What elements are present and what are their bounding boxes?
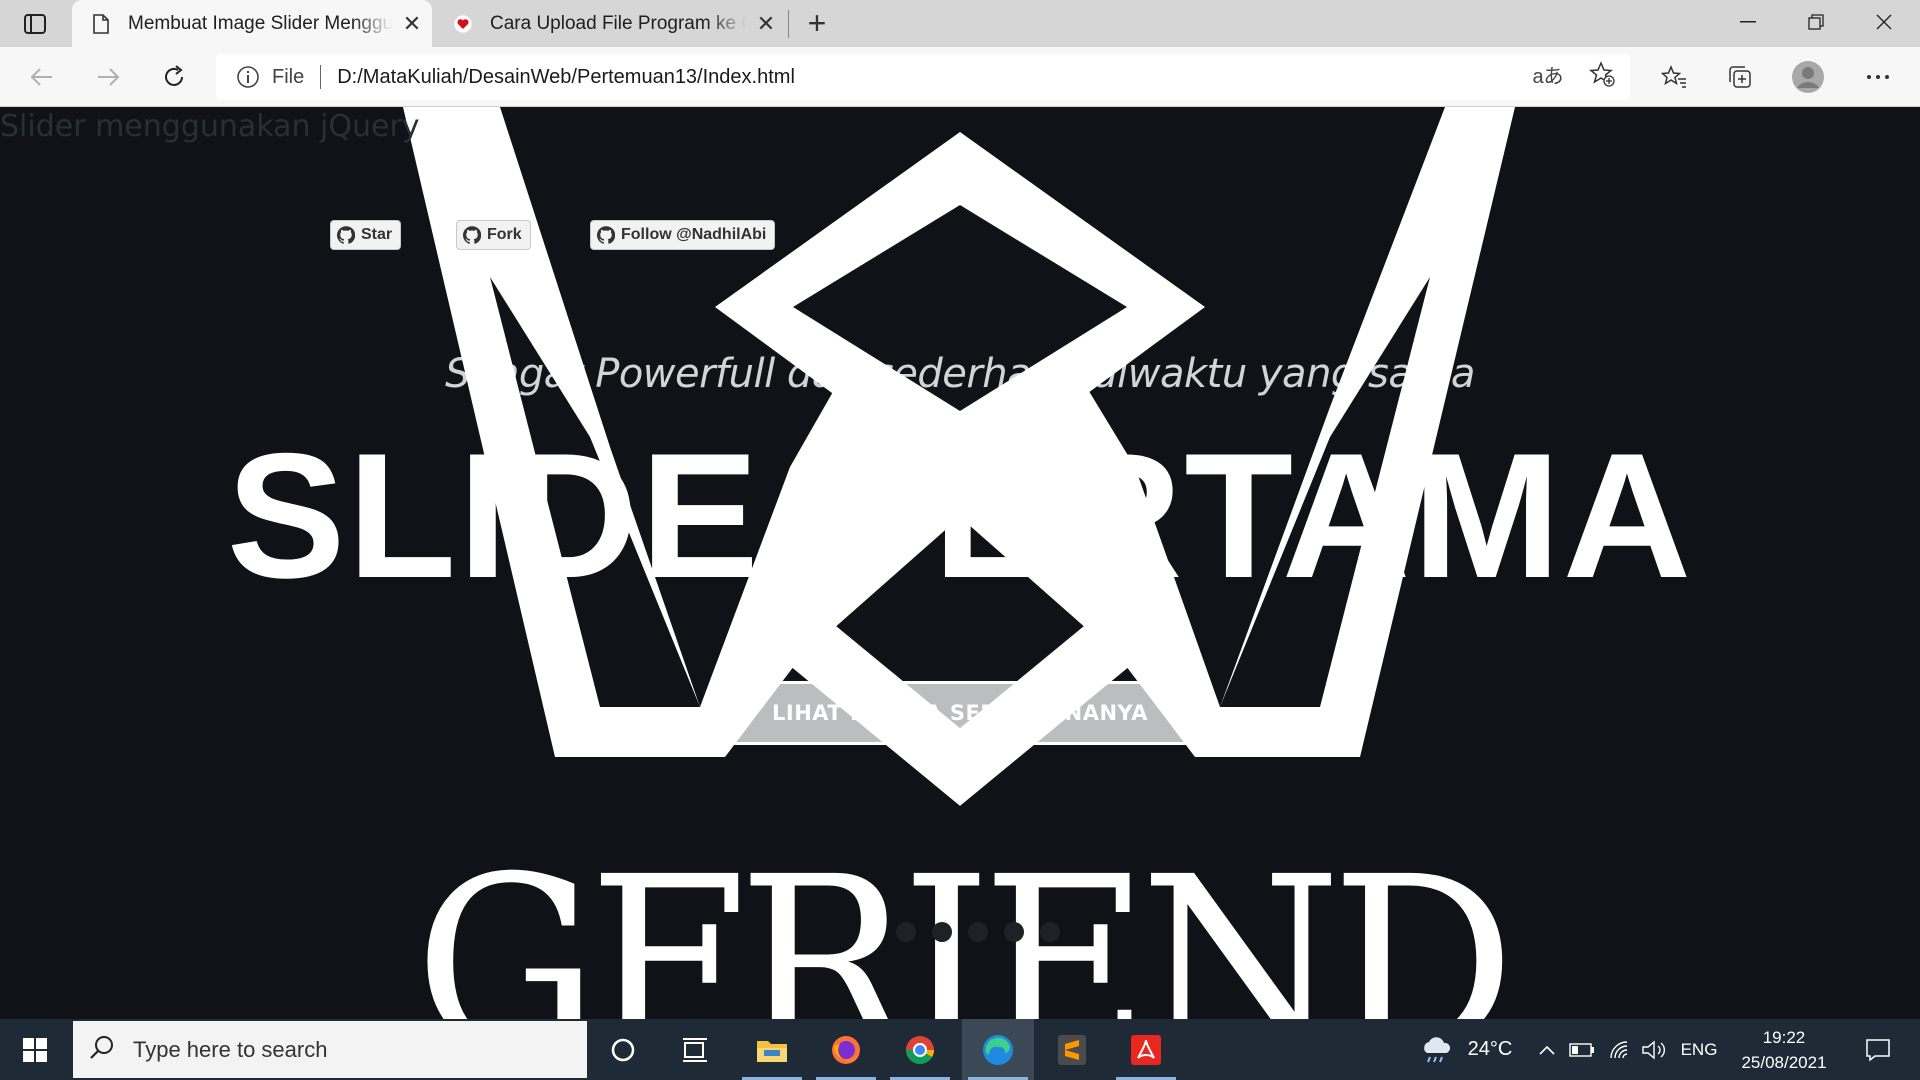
battery-icon[interactable] xyxy=(1566,1019,1598,1080)
site-info-icon[interactable] xyxy=(236,65,260,89)
back-icon[interactable] xyxy=(22,57,62,97)
github-icon xyxy=(337,226,355,244)
system-clock[interactable]: 19:22 25/08/2021 xyxy=(1728,1025,1840,1075)
tab-separator xyxy=(788,10,789,38)
tab-github-upload[interactable]: Cara Upload File Program ke GitHub ✕ xyxy=(434,0,786,47)
follow-label: Follow @NadhilAbi xyxy=(621,226,767,243)
url-scheme: File xyxy=(272,65,305,88)
page-icon xyxy=(84,13,118,34)
cortana-icon[interactable] xyxy=(587,1019,659,1080)
slider-dot[interactable] xyxy=(1040,922,1060,942)
profile-avatar-icon[interactable] xyxy=(1786,57,1830,97)
acrobat-icon[interactable] xyxy=(1110,1019,1182,1080)
minimize-icon[interactable] xyxy=(1714,0,1782,44)
github-icon xyxy=(597,226,615,244)
add-favorite-icon[interactable] xyxy=(1582,54,1622,94)
slider-pagination xyxy=(860,922,1060,942)
tab-title: Cara Upload File Program ke GitHub xyxy=(490,12,746,34)
chrome-icon[interactable] xyxy=(884,1019,956,1080)
github-fork-button[interactable]: Fork xyxy=(456,220,531,250)
forward-icon[interactable] xyxy=(88,57,128,97)
weather-cloud-rain-icon[interactable] xyxy=(1416,1019,1456,1080)
slide-tagline: Sangat Powerfull dan sederhana diwaktu y… xyxy=(445,351,1475,397)
taskbar-search-input[interactable]: Type here to search xyxy=(73,1021,587,1078)
windows-taskbar: Type here to search 24°C ENG 19:22 25/08… xyxy=(0,1019,1920,1080)
url-text[interactable]: D:/MataKuliah/DesainWeb/Pertemuan13/Inde… xyxy=(337,66,795,89)
github-follow-button[interactable]: Follow @NadhilAbi xyxy=(590,220,776,250)
windows-start-icon[interactable] xyxy=(0,1019,70,1080)
close-tab-icon[interactable]: ✕ xyxy=(746,11,786,37)
wifi-icon[interactable] xyxy=(1604,1019,1634,1080)
slider-dot[interactable] xyxy=(896,922,916,942)
page-title: Slider menggunakan jQuery xyxy=(0,109,420,144)
collections-icon[interactable] xyxy=(1718,57,1762,97)
file-explorer-icon[interactable] xyxy=(736,1019,808,1080)
clock-time: 19:22 xyxy=(1762,1028,1806,1047)
firefox-icon[interactable] xyxy=(810,1019,882,1080)
fork-label: Fork xyxy=(487,226,522,243)
chevron-up-icon[interactable] xyxy=(1532,1019,1562,1080)
volume-icon[interactable] xyxy=(1638,1019,1670,1080)
close-window-icon[interactable] xyxy=(1850,0,1918,44)
web-page: Slider menggunakan jQuery Star Fork Foll… xyxy=(0,107,1920,1019)
favorites-icon[interactable] xyxy=(1652,57,1696,97)
slider-dot[interactable] xyxy=(1004,922,1024,942)
input-language[interactable]: ENG xyxy=(1676,1019,1722,1080)
notification-center-icon[interactable] xyxy=(1848,1019,1908,1080)
search-icon xyxy=(89,1034,115,1065)
tab-strip: Membuat Image Slider Menggunakan jQuery … xyxy=(0,0,1920,47)
browser-toolbar: File D:/MataKuliah/DesainWeb/Pertemuan13… xyxy=(0,47,1920,107)
sublime-text-icon[interactable] xyxy=(1036,1019,1108,1080)
slide-cta-button[interactable]: LIHAT BETAPA SEDERHANANYA xyxy=(732,681,1188,745)
edge-icon[interactable] xyxy=(962,1019,1034,1080)
restore-icon[interactable] xyxy=(1782,0,1850,44)
star-label: Star xyxy=(361,226,393,243)
tab-actions-icon[interactable] xyxy=(18,10,52,38)
slide-headline: SLIDE PERTAMA xyxy=(226,416,1694,615)
search-placeholder: Type here to search xyxy=(133,1036,328,1062)
tab-title: Membuat Image Slider Menggunakan jQuery xyxy=(128,12,392,34)
close-tab-icon[interactable]: ✕ xyxy=(392,11,432,37)
more-menu-icon[interactable] xyxy=(1856,57,1900,97)
clock-date: 25/08/2021 xyxy=(1741,1053,1827,1072)
heart-icon xyxy=(446,14,480,34)
task-view-icon[interactable] xyxy=(659,1019,731,1080)
new-tab-icon[interactable]: + xyxy=(800,5,834,41)
github-star-button[interactable]: Star xyxy=(330,220,402,250)
slider-dot[interactable] xyxy=(932,922,952,942)
weather-temperature[interactable]: 24°C xyxy=(1460,1019,1520,1080)
address-bar[interactable]: File D:/MataKuliah/DesainWeb/Pertemuan13… xyxy=(216,54,1630,100)
slider-dot[interactable] xyxy=(860,922,880,942)
tab-slider-page[interactable]: Membuat Image Slider Menggunakan jQuery … xyxy=(72,0,432,47)
slider-dot[interactable] xyxy=(968,922,988,942)
url-divider xyxy=(320,65,322,89)
github-icon xyxy=(463,226,481,244)
refresh-icon[interactable] xyxy=(154,57,194,97)
read-aloud-translate-icon[interactable]: aあ xyxy=(1528,54,1568,94)
